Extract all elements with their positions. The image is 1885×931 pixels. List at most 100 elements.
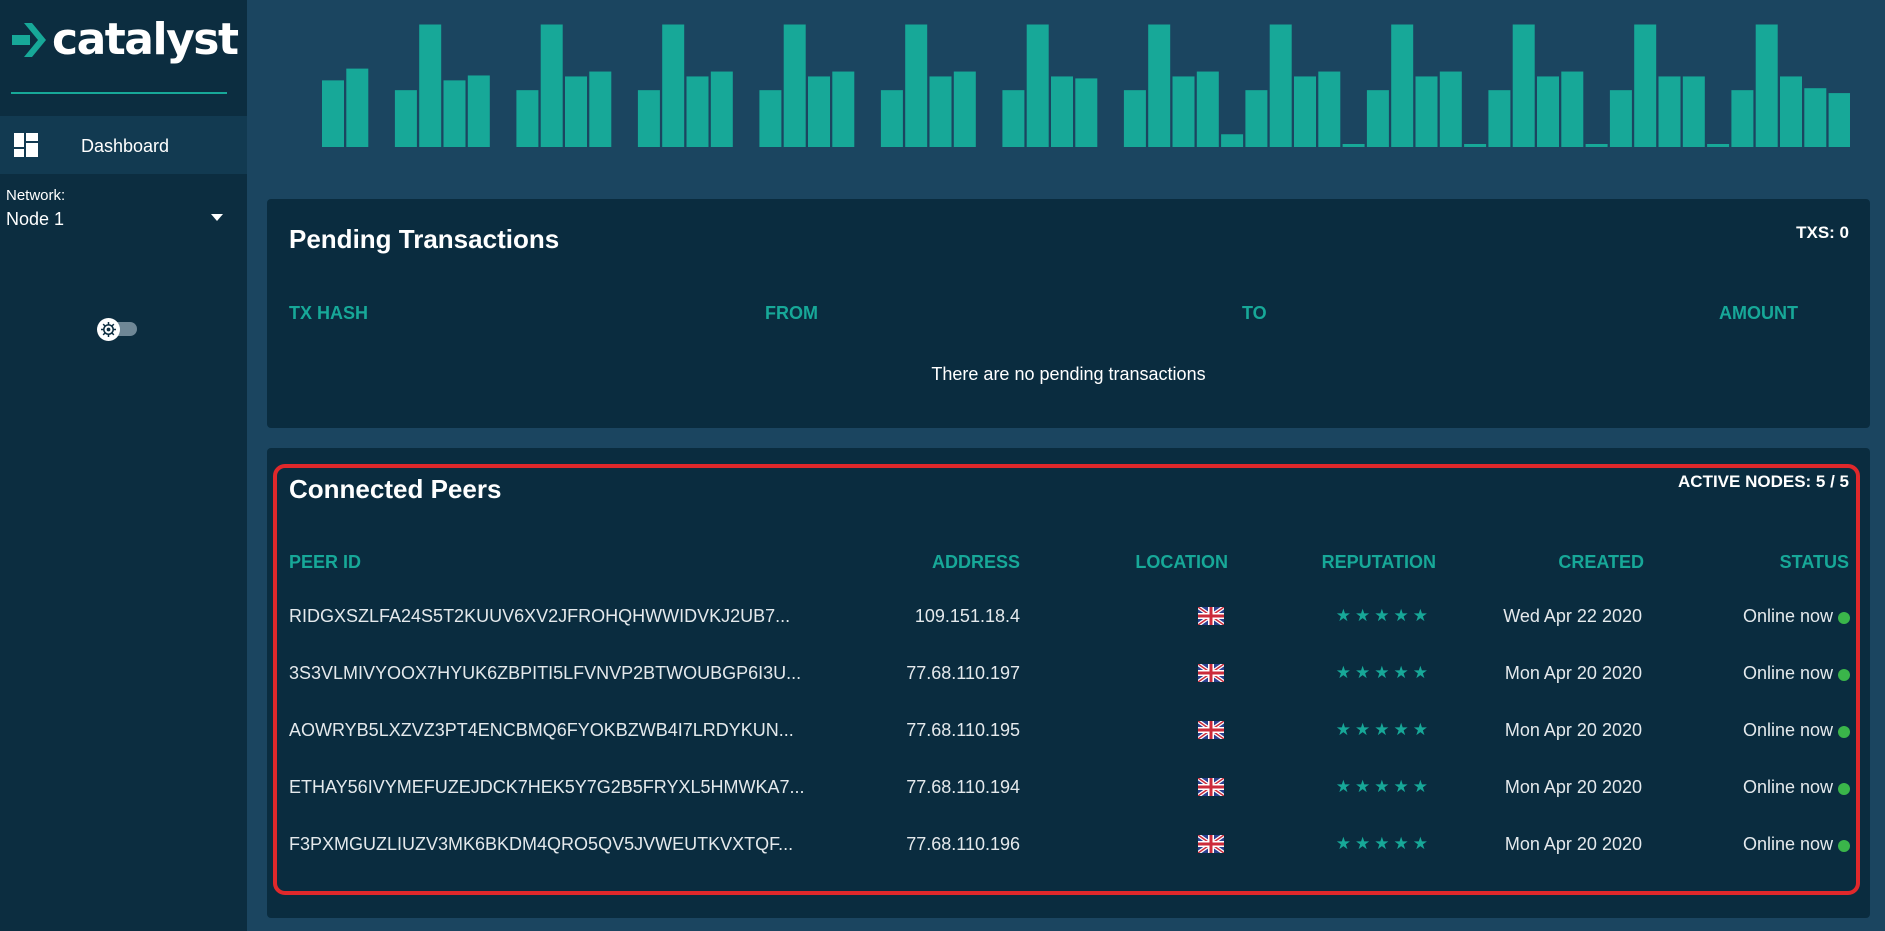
chart-bar (1123, 90, 1146, 147)
peer-id: F3PXMGUZLIUZV3MK6BKDM4QRO5QV5JVWEUTKVXTQ… (289, 834, 794, 854)
peer-address: 77.68.110.197 (906, 663, 1020, 683)
table-row[interactable]: F3PXMGUZLIUZV3MK6BKDM4QRO5QV5JVWEUTKVXTQ… (267, 833, 1870, 874)
status-dot (1838, 840, 1850, 852)
network-select[interactable]: Node 1 (0, 206, 240, 234)
table-row[interactable]: ETHAY56IVYMEFUZEJDCK7HEK5Y7G2B5FRYXL5HMW… (267, 776, 1870, 817)
chart-bar (1439, 71, 1462, 147)
reputation-stars: ★★★★★ (1335, 663, 1432, 682)
chart-bar (686, 76, 709, 147)
settings-icon (101, 322, 116, 337)
theme-toggle[interactable] (97, 318, 141, 341)
col-location: LOCATION (1135, 552, 1228, 572)
chart-bar (1148, 24, 1171, 147)
chart-bar (1026, 24, 1049, 147)
table-row[interactable]: 3S3VLMIVYOOX7HYUK6ZBPITI5LFVNVP2BTWOUBGP… (267, 662, 1870, 703)
chart-bar (1780, 76, 1802, 147)
chart-bar (880, 90, 903, 147)
uk-flag-icon (1196, 719, 1226, 741)
catalyst-logo-icon (12, 23, 46, 57)
peer-status: Online now (1742, 606, 1833, 626)
chart-bar (783, 24, 806, 147)
chart-bar (1512, 24, 1535, 147)
chart-bar (394, 90, 417, 147)
uk-flag-icon (1196, 833, 1226, 855)
peer-status: Online now (1742, 777, 1833, 797)
table-row[interactable]: RIDGXSZLFA24S5T2KUUV6XV2JFROHQHWWIDVKJ2U… (267, 605, 1870, 646)
col-amount: AMOUNT (1719, 303, 1798, 323)
chart-bar (1051, 76, 1073, 147)
peer-status: Online now (1742, 663, 1833, 683)
chart-bar (1682, 76, 1705, 147)
chart-bar (1245, 90, 1268, 147)
reputation-stars: ★★★★★ (1335, 834, 1432, 853)
chart-bar (1828, 93, 1850, 147)
col-to: TO (1242, 303, 1267, 323)
panel-title: Pending Transactions (289, 224, 560, 254)
peer-status: Online now (1742, 834, 1833, 854)
chart-bar (1609, 90, 1632, 147)
sidebar: catalyst Dashboard Network: Node 1 (0, 0, 247, 931)
sidebar-item-label: Dashboard (81, 136, 170, 156)
uk-flag-icon (1196, 605, 1226, 627)
chart-bar (322, 80, 344, 147)
chart-bar (443, 80, 466, 147)
logo-divider (11, 92, 227, 94)
chart-bar (1804, 88, 1827, 147)
chart-bar (710, 71, 733, 147)
chart-bar (1318, 71, 1341, 147)
chart-bar (1172, 76, 1195, 147)
chart-bar (1294, 76, 1316, 147)
chart-bar (467, 75, 490, 147)
chart-bar (565, 76, 587, 147)
peer-id: 3S3VLMIVYOOX7HYUK6ZBPITI5LFVNVP2BTWOUBGP… (289, 663, 802, 683)
chart-bar (1488, 90, 1511, 147)
col-from: FROM (765, 303, 818, 323)
connected-peers-panel: Connected Peers ACTIVE NODES: 5 / 5 PEER… (267, 448, 1870, 918)
peer-created: Wed Apr 22 2020 (1503, 606, 1642, 626)
chart-bar (1585, 144, 1608, 147)
chart-bar (953, 71, 976, 147)
chevron-down-icon (211, 214, 223, 221)
peer-id: RIDGXSZLFA24S5T2KUUV6XV2JFROHQHWWIDVKJ2U… (289, 606, 791, 626)
table-row[interactable]: AOWRYB5LXZVZ3PT4ENCBMQ6FYOKBZWB4I7LRDYKU… (267, 719, 1870, 760)
chart-bar (1391, 24, 1414, 147)
logo[interactable]: catalyst (10, 12, 239, 68)
network-value: Node 1 (6, 209, 65, 229)
chart-bar (1464, 144, 1487, 147)
chart-bar (1658, 76, 1681, 147)
reputation-stars: ★★★★★ (1335, 777, 1432, 796)
chart-bar (1075, 78, 1098, 147)
reputation-stars: ★★★★★ (1335, 720, 1432, 739)
uk-flag-icon (1196, 776, 1226, 798)
chart-bar (1415, 76, 1438, 147)
chart-bar (516, 90, 539, 147)
empty-message: There are no pending transactions (931, 364, 1206, 384)
col-tx-hash: TX HASH (289, 303, 369, 323)
peer-created: Mon Apr 20 2020 (1504, 663, 1642, 683)
peer-id: AOWRYB5LXZVZ3PT4ENCBMQ6FYOKBZWB4I7LRDYKU… (289, 720, 794, 740)
col-status: STATUS (1779, 552, 1849, 572)
chart-bar (419, 24, 442, 147)
chart-bar (540, 24, 563, 147)
sidebar-item-dashboard[interactable]: Dashboard (0, 116, 247, 174)
peer-status: Online now (1742, 720, 1833, 740)
chart-bar (1537, 76, 1559, 147)
uk-flag-icon (1196, 662, 1226, 684)
chart-bar (1221, 134, 1244, 147)
chart-bar (1731, 90, 1754, 147)
chart-bar (1707, 144, 1730, 147)
chart-bar (1634, 24, 1657, 147)
chart-bar (905, 24, 928, 147)
status-dot (1838, 726, 1850, 738)
network-label: Network: (6, 187, 66, 204)
col-created: CREATED (1558, 552, 1644, 572)
status-dot (1838, 612, 1850, 624)
col-address: ADDRESS (931, 552, 1020, 572)
peer-created: Mon Apr 20 2020 (1504, 777, 1642, 797)
dashboard-icon (14, 133, 38, 157)
txs-count: TXS: 0 (1796, 223, 1849, 242)
chart-bar (929, 76, 952, 147)
chart-bar (1366, 90, 1389, 147)
chart-bar (1196, 71, 1219, 147)
peer-id: ETHAY56IVYMEFUZEJDCK7HEK5Y7G2B5FRYXL5HMW… (289, 777, 805, 797)
